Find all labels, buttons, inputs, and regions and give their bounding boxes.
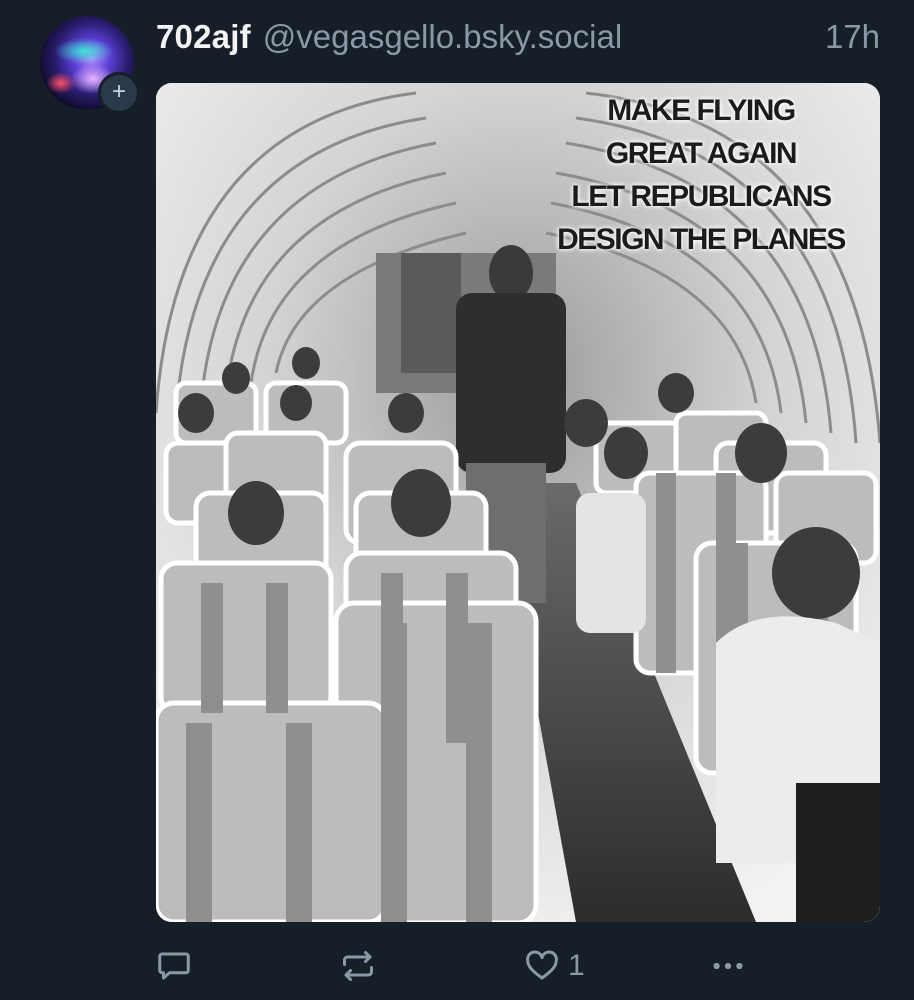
post-image[interactable]: MAKE FLYING GREAT AGAIN LET REPUBLICANS … bbox=[156, 83, 880, 922]
avatar-image-detail bbox=[46, 72, 76, 94]
caption-line: GREAT AGAIN bbox=[605, 137, 798, 170]
more-options-button[interactable] bbox=[708, 944, 748, 988]
follow-plus-button[interactable]: + bbox=[98, 72, 140, 114]
post-timestamp[interactable]: 17h bbox=[825, 18, 880, 56]
caption-line: LET REPUBLICANS bbox=[571, 180, 832, 213]
caption-line: DESIGN THE PLANES bbox=[557, 223, 846, 256]
post-header: 702ajf @vegasgello.bsky.social 17h bbox=[156, 14, 880, 60]
meme-caption: MAKE FLYING GREAT AGAIN LET REPUBLICANS … bbox=[536, 89, 866, 261]
like-button[interactable]: 1 bbox=[524, 944, 585, 988]
repost-arrows-icon bbox=[343, 951, 373, 981]
post[interactable]: + 702ajf @vegasgello.bsky.social 17h MAK… bbox=[0, 0, 914, 1000]
caption-line: MAKE FLYING bbox=[607, 94, 796, 127]
author-handle[interactable]: @vegasgello.bsky.social bbox=[263, 18, 622, 56]
speech-bubble-icon bbox=[158, 952, 190, 980]
repost-button[interactable] bbox=[340, 944, 376, 988]
avatar-image-detail bbox=[54, 38, 114, 64]
avatar-container[interactable]: + bbox=[40, 16, 140, 114]
like-count: 1 bbox=[568, 949, 585, 982]
heart-icon bbox=[526, 950, 558, 980]
reply-button[interactable] bbox=[156, 944, 192, 988]
post-actions: 1 bbox=[156, 944, 756, 988]
author-display-name[interactable]: 702ajf bbox=[156, 18, 251, 56]
ellipsis-icon bbox=[713, 962, 743, 970]
